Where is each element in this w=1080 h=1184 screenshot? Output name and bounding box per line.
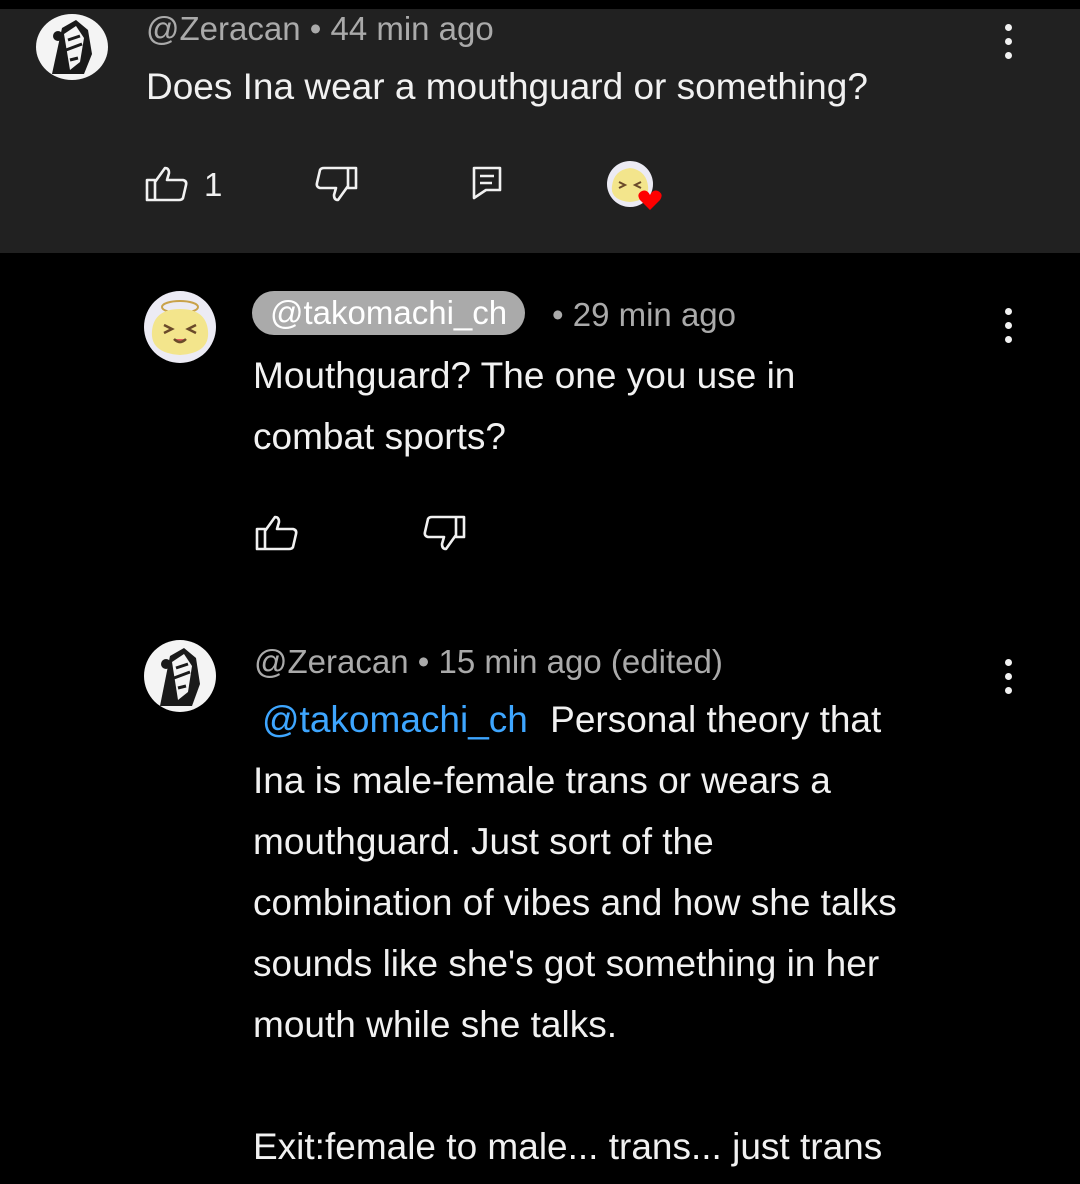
like-button[interactable] — [255, 515, 299, 556]
avatar[interactable] — [36, 14, 108, 80]
text-line: combat sports? — [253, 416, 506, 457]
comment-time: 15 min ago (edited) — [438, 643, 723, 680]
thumbs-up-icon — [255, 515, 298, 551]
author-name[interactable]: @Zeracan — [146, 10, 301, 47]
comment-text: Does Ina wear a mouthguard or something? — [146, 66, 868, 107]
creator-heart-icon — [604, 158, 668, 219]
comment-time: 44 min ago — [330, 10, 494, 47]
meta-separator: • — [417, 643, 439, 680]
meta-separator: • — [309, 10, 331, 47]
avatar[interactable] — [144, 291, 216, 363]
meta-separator: • — [552, 296, 573, 333]
reply-button[interactable] — [472, 166, 502, 205]
text-line: Ina is male-female trans or wears a — [253, 760, 831, 801]
divider — [0, 0, 1080, 9]
like-count: 1 — [204, 166, 223, 203]
text-line: mouth while she talks. — [253, 1004, 618, 1045]
dislike-button[interactable] — [314, 166, 358, 207]
text-line: sounds like she's got something in her — [253, 943, 880, 984]
text-line: Exit:female to male... trans... just tra… — [253, 1126, 883, 1167]
more-vert-icon[interactable] — [1002, 20, 1014, 64]
text-line: @takomachi_ch Personal theory that — [253, 689, 897, 750]
text-line: Mouthguard? The one you use in — [253, 355, 796, 396]
comment-meta: @Zeracan • 44 min ago — [146, 12, 494, 45]
comment-time: 29 min ago — [572, 296, 737, 333]
thumbs-down-icon — [315, 166, 358, 202]
comment-thread: @Zeracan • 44 min ago Does Ina wear a mo… — [0, 0, 1080, 1184]
thumbs-down-icon — [423, 515, 466, 551]
avatar[interactable] — [144, 640, 216, 712]
text-line: mouthguard. Just sort of the — [253, 821, 714, 862]
creator-handle-badge[interactable]: @takomachi_ch — [252, 291, 526, 335]
more-vert-icon[interactable] — [1002, 655, 1014, 699]
text-line: combination of vibes and how she talks — [253, 882, 897, 923]
mention-link[interactable]: @takomachi_ch — [262, 699, 528, 740]
like-button[interactable] — [145, 166, 189, 207]
comment-text: @takomachi_ch Personal theory that Ina i… — [253, 689, 897, 1177]
author-name[interactable]: @Zeracan — [254, 643, 409, 680]
reply-icon — [472, 166, 502, 200]
comment-meta: @Zeracan • 15 min ago (edited) — [254, 645, 723, 678]
more-vert-icon[interactable] — [1002, 304, 1014, 348]
comment-text: Mouthguard? The one you use in combat sp… — [253, 345, 795, 467]
comment-meta: • 29 min ago — [552, 298, 736, 331]
dislike-button[interactable] — [422, 515, 466, 556]
thumbs-up-icon — [145, 166, 188, 202]
text-fragment: Personal theory that — [550, 699, 882, 740]
parent-comment: @Zeracan • 44 min ago Does Ina wear a mo… — [0, 0, 1080, 253]
